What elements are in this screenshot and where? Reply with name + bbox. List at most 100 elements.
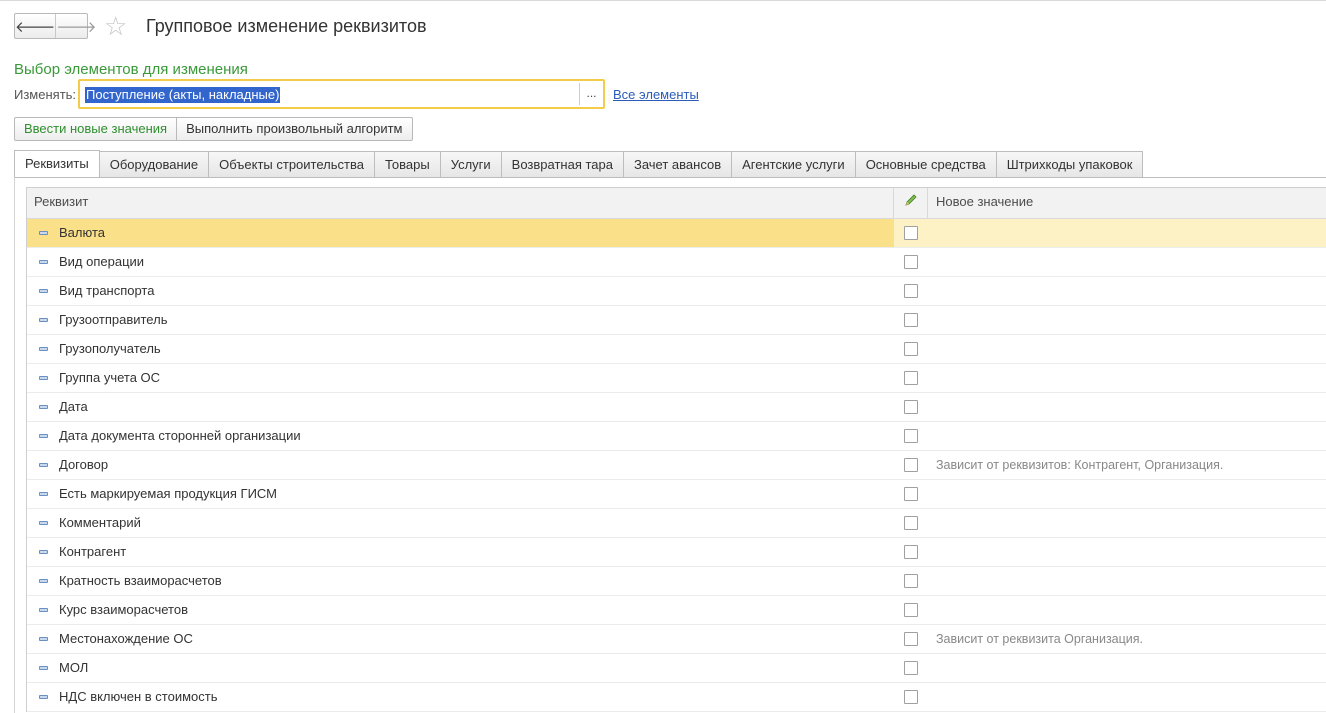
attribute-cell[interactable]: Валюта	[27, 219, 894, 247]
attribute-cell[interactable]: Есть маркируемая продукция ГИСМ	[27, 480, 894, 508]
new-value-cell[interactable]	[928, 480, 1326, 508]
attribute-cell[interactable]: Вид операции	[27, 248, 894, 276]
attribute-cell[interactable]: Комментарий	[27, 509, 894, 537]
edit-checkbox[interactable]	[904, 574, 918, 588]
edit-checkbox[interactable]	[904, 371, 918, 385]
edit-cell[interactable]	[894, 335, 928, 363]
select-button[interactable]: ...	[579, 83, 603, 105]
forward-arrow-icon[interactable]: 🡒	[55, 14, 96, 38]
new-value-cell[interactable]	[928, 654, 1326, 682]
attribute-cell[interactable]: Дата	[27, 393, 894, 421]
column-header-edit[interactable]	[894, 188, 928, 218]
tab-agent-services[interactable]: Агентские услуги	[732, 151, 856, 178]
edit-cell[interactable]	[894, 625, 928, 653]
attribute-cell[interactable]: Курс взаиморасчетов	[27, 596, 894, 624]
table-row[interactable]: Вид транспорта	[27, 277, 1326, 306]
new-value-cell[interactable]	[928, 567, 1326, 595]
table-row[interactable]: Местонахождение ОС Зависит от реквизита О…	[27, 625, 1326, 654]
new-value-cell[interactable]	[928, 538, 1326, 566]
edit-checkbox[interactable]	[904, 632, 918, 646]
new-value-cell[interactable]	[928, 393, 1326, 421]
edit-checkbox[interactable]	[904, 342, 918, 356]
edit-cell[interactable]	[894, 683, 928, 711]
edit-checkbox[interactable]	[904, 313, 918, 327]
tab-package-barcodes[interactable]: Штрихкоды упаковок	[996, 151, 1144, 178]
edit-checkbox[interactable]	[904, 487, 918, 501]
new-value-cell[interactable]	[928, 219, 1326, 247]
attribute-cell[interactable]: Контрагент	[27, 538, 894, 566]
edit-cell[interactable]	[894, 538, 928, 566]
edit-cell[interactable]	[894, 393, 928, 421]
edit-cell[interactable]	[894, 654, 928, 682]
table-row[interactable]: Дата документа сторонней организации	[27, 422, 1326, 451]
edit-checkbox[interactable]	[904, 545, 918, 559]
table-row[interactable]: Дата	[27, 393, 1326, 422]
edit-cell[interactable]	[894, 509, 928, 537]
attribute-cell[interactable]: НДС включен в стоимость	[27, 683, 894, 711]
edit-checkbox[interactable]	[904, 458, 918, 472]
tab-returnable-containers[interactable]: Возвратная тара	[501, 151, 624, 178]
edit-cell[interactable]	[894, 364, 928, 392]
edit-checkbox[interactable]	[904, 516, 918, 530]
edit-checkbox[interactable]	[904, 255, 918, 269]
attribute-cell[interactable]: Местонахождение ОС	[27, 625, 894, 653]
table-row[interactable]: Есть маркируемая продукция ГИСМ	[27, 480, 1326, 509]
tab-construction-objects[interactable]: Объекты строительства	[209, 151, 375, 178]
change-object-value[interactable]: Поступление (акты, накладные)	[85, 87, 281, 103]
edit-checkbox[interactable]	[904, 284, 918, 298]
attribute-cell[interactable]: Вид транспорта	[27, 277, 894, 305]
edit-checkbox[interactable]	[904, 429, 918, 443]
table-row[interactable]: Валюта	[27, 219, 1326, 248]
new-value-cell[interactable]	[928, 364, 1326, 392]
table-row[interactable]: Группа учета ОС	[27, 364, 1326, 393]
edit-checkbox[interactable]	[904, 603, 918, 617]
column-header-attribute[interactable]: Реквизит	[27, 188, 894, 218]
table-row[interactable]: Вид операции	[27, 248, 1326, 277]
table-row[interactable]: Грузополучатель	[27, 335, 1326, 364]
table-row[interactable]: Контрагент	[27, 538, 1326, 567]
table-row[interactable]: Курс взаиморасчетов	[27, 596, 1326, 625]
attribute-cell[interactable]: Грузоотправитель	[27, 306, 894, 334]
tab-fixed-assets[interactable]: Основные средства	[855, 151, 997, 178]
new-value-cell[interactable]: Зависит от реквизитов: Контрагент, Орган…	[928, 451, 1326, 479]
edit-cell[interactable]	[894, 422, 928, 450]
attribute-cell[interactable]: МОЛ	[27, 654, 894, 682]
new-value-cell[interactable]	[928, 335, 1326, 363]
edit-checkbox[interactable]	[904, 226, 918, 240]
table-row[interactable]: Комментарий	[27, 509, 1326, 538]
table-row[interactable]: Грузоотправитель	[27, 306, 1326, 335]
edit-cell[interactable]	[894, 248, 928, 276]
new-value-cell[interactable]	[928, 248, 1326, 276]
attribute-cell[interactable]: Грузополучатель	[27, 335, 894, 363]
new-value-cell[interactable]	[928, 509, 1326, 537]
table-row[interactable]: Кратность взаиморасчетов	[27, 567, 1326, 596]
table-row[interactable]: НДС включен в стоимость	[27, 683, 1326, 712]
favorite-star-icon[interactable]: ☆	[104, 12, 127, 40]
run-algorithm-button[interactable]: Выполнить произвольный алгоритм	[177, 117, 413, 141]
enter-new-values-button[interactable]: Ввести новые значения	[14, 117, 178, 141]
edit-cell[interactable]	[894, 567, 928, 595]
edit-cell[interactable]	[894, 451, 928, 479]
back-arrow-icon[interactable]: 🡐	[15, 14, 55, 38]
new-value-cell[interactable]: Зависит от реквизита Организация.	[928, 625, 1326, 653]
column-header-new-value[interactable]: Новое значение	[928, 188, 1326, 218]
tab-advance-offset[interactable]: Зачет авансов	[623, 151, 733, 178]
edit-cell[interactable]	[894, 277, 928, 305]
edit-cell[interactable]	[894, 596, 928, 624]
new-value-cell[interactable]	[928, 277, 1326, 305]
new-value-cell[interactable]	[928, 306, 1326, 334]
new-value-cell[interactable]	[928, 596, 1326, 624]
attribute-cell[interactable]: Группа учета ОС	[27, 364, 894, 392]
edit-checkbox[interactable]	[904, 400, 918, 414]
tab-requisites[interactable]: Реквизиты	[14, 150, 100, 178]
table-row[interactable]: МОЛ	[27, 654, 1326, 683]
edit-cell[interactable]	[894, 306, 928, 334]
edit-checkbox[interactable]	[904, 661, 918, 675]
change-object-field[interactable]: Поступление (акты, накладные) ...	[78, 79, 605, 109]
attribute-cell[interactable]: Договор	[27, 451, 894, 479]
new-value-cell[interactable]	[928, 683, 1326, 711]
edit-checkbox[interactable]	[904, 690, 918, 704]
new-value-cell[interactable]	[928, 422, 1326, 450]
edit-cell[interactable]	[894, 480, 928, 508]
table-row[interactable]: Договор Зависит от реквизитов: Контрагент…	[27, 451, 1326, 480]
